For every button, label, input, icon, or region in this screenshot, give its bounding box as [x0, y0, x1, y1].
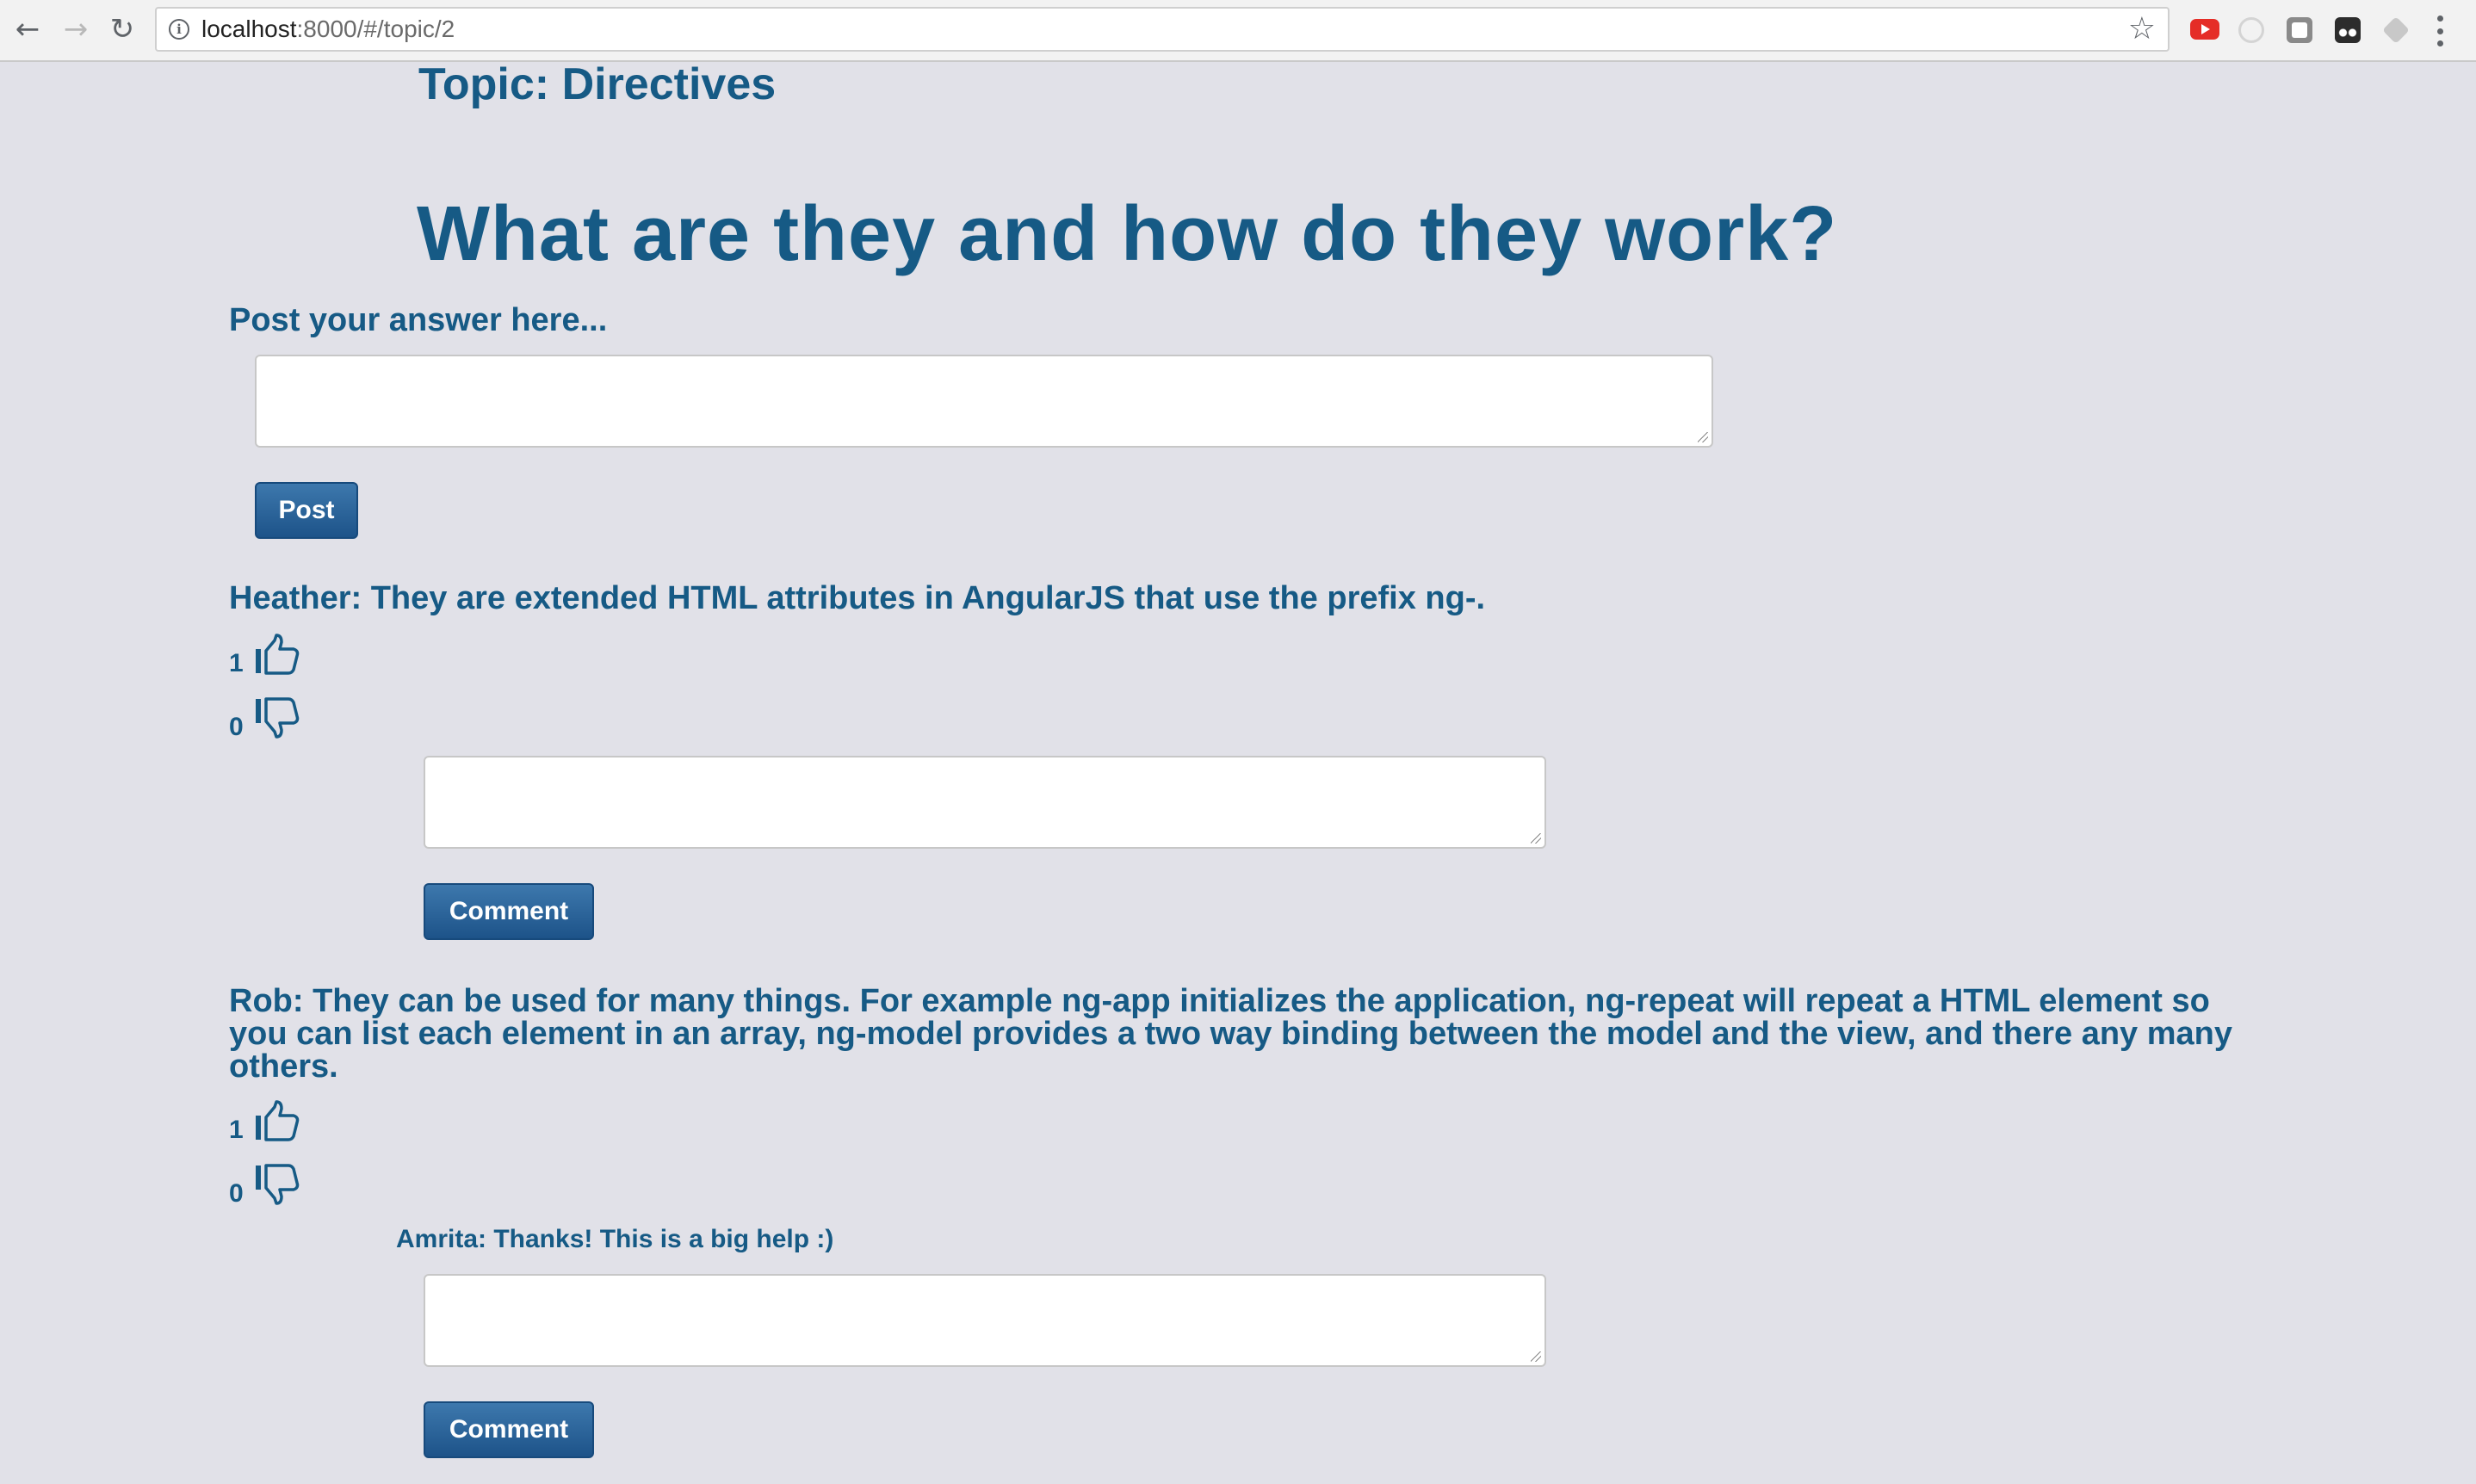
- thumbs-down-icon[interactable]: [254, 1164, 300, 1207]
- answer-text: Rob: They can be used for many things. F…: [229, 983, 2232, 1085]
- address-bar[interactable]: i localhost:8000/#/topic/2 ☆: [155, 7, 2170, 52]
- reload-icon[interactable]: ↻: [105, 12, 139, 46]
- topic-title: Topic: Directives: [418, 59, 777, 109]
- comment-input[interactable]: [424, 1274, 1546, 1367]
- like-vote: 1: [229, 628, 300, 677]
- like-count: 1: [229, 649, 244, 677]
- question-heading: What are they and how do they work?: [417, 191, 1838, 277]
- answer-text: Heather: They are extended HTML attribut…: [229, 580, 1486, 616]
- post-answer-label: Post your answer here...: [229, 302, 608, 338]
- comment-button[interactable]: Comment: [424, 883, 594, 940]
- bookmark-star-icon[interactable]: ☆: [2128, 12, 2156, 46]
- comment-text: Amrita: Thanks! This is a big help :): [396, 1225, 834, 1253]
- post-button[interactable]: Post: [255, 482, 358, 539]
- extension-icon[interactable]: [2382, 16, 2410, 44]
- like-count: 1: [229, 1116, 244, 1144]
- info-icon[interactable]: i: [169, 19, 189, 40]
- extension-icon[interactable]: [2287, 17, 2312, 43]
- thumbs-up-icon[interactable]: [254, 1100, 300, 1143]
- comment-button[interactable]: Comment: [424, 1401, 594, 1458]
- forward-arrow-icon[interactable]: →: [59, 12, 93, 46]
- thumbs-up-icon[interactable]: [254, 634, 300, 677]
- browser-toolbar: ← → ↻ i localhost:8000/#/topic/2 ☆: [0, 0, 2476, 62]
- like-vote: 1: [229, 1095, 300, 1143]
- back-arrow-icon[interactable]: ←: [10, 12, 45, 46]
- browser-menu-icon[interactable]: [2436, 15, 2443, 46]
- dislike-count: 0: [229, 713, 244, 741]
- incognito-extension-icon[interactable]: [2335, 17, 2361, 43]
- youtube-extension-icon[interactable]: [2190, 19, 2219, 40]
- url-text[interactable]: localhost:8000/#/topic/2: [201, 9, 455, 50]
- dislike-count: 0: [229, 1179, 244, 1208]
- dislike-vote: 0: [229, 692, 300, 740]
- extension-icon[interactable]: [2238, 17, 2264, 43]
- dislike-vote: 0: [229, 1159, 300, 1207]
- thumbs-down-icon[interactable]: [254, 697, 300, 740]
- comment-input[interactable]: [424, 756, 1546, 849]
- answer-input[interactable]: [255, 355, 1713, 448]
